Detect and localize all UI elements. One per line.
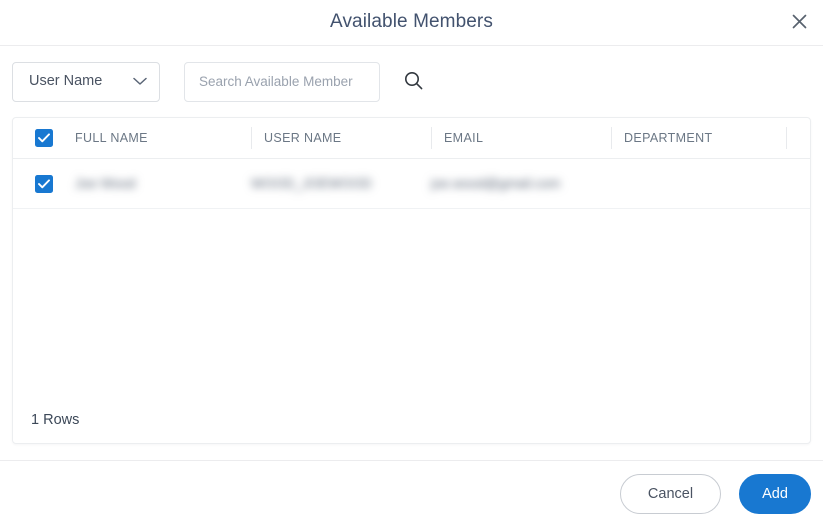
filter-field-select[interactable]: User Name bbox=[12, 61, 160, 102]
column-header-extra[interactable] bbox=[786, 127, 810, 149]
dialog-title: Available Members bbox=[330, 11, 493, 32]
row-select-cell bbox=[13, 174, 75, 193]
table-body: Joe Wood WOOD_JOEWOOD joe.wood@gmail.com bbox=[13, 159, 810, 397]
footer-spacer bbox=[0, 444, 823, 460]
dialog-header: Available Members bbox=[0, 0, 823, 46]
rows-count: 1 Rows bbox=[31, 412, 80, 428]
column-header-user-name[interactable]: USER NAME bbox=[251, 127, 431, 149]
row-checkbox[interactable] bbox=[35, 174, 53, 193]
add-button[interactable]: Add bbox=[739, 474, 811, 514]
close-button[interactable] bbox=[785, 7, 813, 35]
cell-email: joe.wood@gmail.com bbox=[431, 176, 561, 191]
column-header-email[interactable]: EMAIL bbox=[431, 127, 611, 149]
search-icon bbox=[404, 71, 423, 93]
select-all-cell bbox=[13, 129, 75, 147]
filter-field-select-value: User Name bbox=[29, 73, 103, 90]
members-table: FULL NAME USER NAME EMAIL DEPARTMENT Joe… bbox=[12, 117, 811, 444]
toolbar: User Name bbox=[0, 46, 823, 117]
cell-full-name: Joe Wood bbox=[75, 176, 136, 191]
cancel-button[interactable]: Cancel bbox=[620, 474, 721, 514]
chevron-down-icon bbox=[133, 73, 147, 91]
available-members-dialog: Available Members User Name Search Avail… bbox=[0, 0, 823, 527]
close-icon bbox=[792, 14, 807, 29]
table-header-row: FULL NAME USER NAME EMAIL DEPARTMENT bbox=[13, 118, 810, 159]
column-header-full-name[interactable]: FULL NAME bbox=[75, 127, 251, 149]
cell-user-name: WOOD_JOEWOOD bbox=[251, 176, 372, 191]
table-row[interactable]: Joe Wood WOOD_JOEWOOD joe.wood@gmail.com bbox=[13, 159, 810, 209]
dialog-footer: Cancel Add bbox=[0, 460, 823, 527]
search-input[interactable] bbox=[184, 61, 380, 102]
select-all-checkbox[interactable] bbox=[35, 129, 53, 147]
column-header-department[interactable]: DEPARTMENT bbox=[611, 127, 786, 149]
search-button[interactable] bbox=[400, 69, 426, 95]
